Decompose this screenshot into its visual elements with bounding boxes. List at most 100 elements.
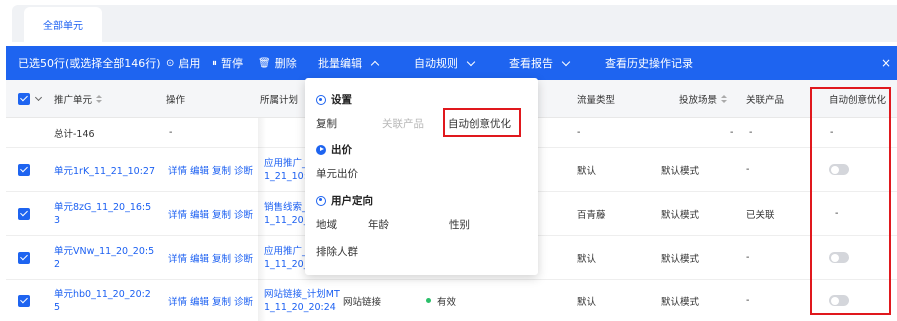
chevron-down-icon: [561, 57, 571, 66]
row-checkbox[interactable]: [18, 192, 30, 235]
view-report-button[interactable]: 查看报告: [509, 55, 571, 71]
enable-label: 启用: [178, 57, 201, 70]
chevron-down-icon: [466, 57, 476, 66]
chevron-down-icon[interactable]: [34, 93, 43, 102]
total-flow: -: [577, 127, 581, 138]
pause-button[interactable]: ⏸ 暂停: [212, 55, 243, 71]
user-icon: [316, 195, 326, 206]
checkbox[interactable]: [18, 294, 30, 307]
section-targeting: 用户定向: [316, 193, 373, 208]
trash-icon: 🗑: [258, 57, 271, 69]
scene-value: 默认模式: [661, 209, 700, 221]
sort-icon[interactable]: [96, 95, 103, 103]
chevron-up-icon: [370, 60, 380, 69]
edit-link[interactable]: 编辑: [190, 207, 209, 221]
col-scene-label: 投放场景: [679, 95, 718, 106]
select-all-checkbox[interactable]: [18, 80, 43, 118]
copy-link[interactable]: 复制: [212, 251, 231, 265]
section-bid: 出价: [316, 142, 352, 157]
history-button[interactable]: 查看历史操作记录: [605, 55, 693, 71]
status-text: 有效: [437, 296, 457, 308]
section-targeting-title: 用户定向: [331, 195, 373, 207]
unit-name-link[interactable]: 单元VNw_11_20_20:5 2: [54, 236, 154, 279]
status-cell: 有效: [426, 280, 456, 321]
flow-type: 百青藤: [577, 209, 606, 221]
row-ops: 详情 编辑 复制 诊断: [168, 280, 256, 321]
detail-link[interactable]: 详情: [168, 294, 187, 308]
table-row: 单元hb0_11_20_20:2 5 详情 编辑 复制 诊断 网站链接_计划MT 1_…: [6, 280, 897, 321]
auto-rules-button[interactable]: 自动规则: [414, 55, 476, 71]
col-unit[interactable]: 推广单元: [54, 80, 103, 118]
checkbox[interactable]: [18, 93, 30, 105]
tab-all-units[interactable]: 全部单元: [24, 7, 102, 42]
checkbox[interactable]: [18, 207, 30, 220]
view-report-label: 查看报告: [509, 57, 553, 70]
unit-name-link[interactable]: 单元hb0_11_20_20:2 5: [54, 280, 151, 321]
col-ops: 操作: [166, 95, 186, 106]
highlight-auto-creative-option: [443, 108, 521, 137]
section-bid-title: 出价: [331, 144, 352, 156]
menu-item-unit-bid[interactable]: 单元出价: [316, 166, 358, 181]
delete-button[interactable]: 🗑 删除: [258, 55, 297, 71]
menu-item-gender[interactable]: 性别: [449, 217, 470, 232]
row-checkbox[interactable]: [18, 148, 30, 191]
col-product: 关联产品: [746, 95, 785, 106]
edit-link[interactable]: 编辑: [190, 251, 209, 265]
diagnose-link[interactable]: 诊断: [234, 163, 253, 177]
product-value: 已关联: [746, 209, 775, 221]
tab-strip: [12, 5, 897, 42]
section-settings: 设置: [316, 92, 352, 107]
row-ops: 详情 编辑 复制 诊断: [168, 148, 256, 191]
row-checkbox[interactable]: [18, 236, 30, 279]
unit-name-link[interactable]: 单元1rK_11_21_10:27: [54, 148, 155, 191]
col-scene[interactable]: 投放场景: [679, 80, 728, 118]
history-label: 查看历史操作记录: [605, 57, 693, 70]
copy-link[interactable]: 复制: [212, 163, 231, 177]
row-checkbox[interactable]: [18, 280, 30, 321]
menu-item-copy[interactable]: 复制: [316, 116, 337, 131]
scene-value: 默认模式: [661, 296, 700, 308]
sort-icon[interactable]: [721, 95, 728, 103]
play-circle-icon: [316, 144, 326, 155]
total-scene: -: [730, 127, 734, 138]
total-ops: -: [169, 127, 173, 138]
edit-link[interactable]: 编辑: [190, 294, 209, 308]
menu-item-exclude-audience[interactable]: 排除人群: [316, 244, 358, 259]
close-icon[interactable]: ×: [881, 56, 891, 70]
copy-link[interactable]: 复制: [212, 294, 231, 308]
row-ops: 详情 编辑 复制 诊断: [168, 192, 256, 235]
product-value: -: [746, 252, 750, 263]
highlight-auto-creative-column: [810, 87, 891, 315]
status-dot: [426, 298, 431, 303]
menu-item-age[interactable]: 年龄: [368, 217, 389, 232]
pause-circle-icon: ⏸: [212, 57, 217, 69]
edit-link[interactable]: 编辑: [190, 163, 209, 177]
selection-text: 已选50行(或选择全部146行): [18, 57, 161, 70]
batch-action-bar: 已选50行(或选择全部146行) ⊙ 启用 ⏸ 暂停 🗑 删除 批量编辑 自动规则 查…: [6, 46, 897, 80]
unit-name-link[interactable]: 单元8zG_11_20_16:5 3: [54, 192, 151, 235]
diagnose-link[interactable]: 诊断: [234, 207, 253, 221]
diagnose-link[interactable]: 诊断: [234, 251, 253, 265]
selection-summary: 已选50行(或选择全部146行): [18, 55, 161, 71]
diagnose-link[interactable]: 诊断: [234, 294, 253, 308]
menu-item-region[interactable]: 地域: [316, 217, 337, 232]
plan-type: 网站链接: [343, 296, 382, 308]
plan-link[interactable]: 网站链接_计划MT 1_11_20_20:24: [264, 280, 340, 321]
detail-link[interactable]: 详情: [168, 207, 187, 221]
product-value: -: [746, 295, 750, 306]
scene-value: 默认模式: [661, 165, 700, 177]
batch-edit-button[interactable]: 批量编辑: [318, 55, 380, 71]
sticky-column-shadow: [258, 118, 266, 321]
checkbox[interactable]: [18, 251, 30, 264]
col-unit-label: 推广单元: [54, 95, 93, 106]
flow-type: 默认: [577, 253, 597, 265]
checkbox[interactable]: [18, 163, 30, 176]
col-plan: 所属计划: [260, 95, 299, 106]
scene-value: 默认模式: [661, 253, 700, 265]
row-ops: 详情 编辑 复制 诊断: [168, 236, 256, 279]
copy-link[interactable]: 复制: [212, 207, 231, 221]
detail-link[interactable]: 详情: [168, 163, 187, 177]
detail-link[interactable]: 详情: [168, 251, 187, 265]
enable-button[interactable]: ⊙ 启用: [166, 55, 200, 71]
gear-icon: [316, 94, 326, 105]
